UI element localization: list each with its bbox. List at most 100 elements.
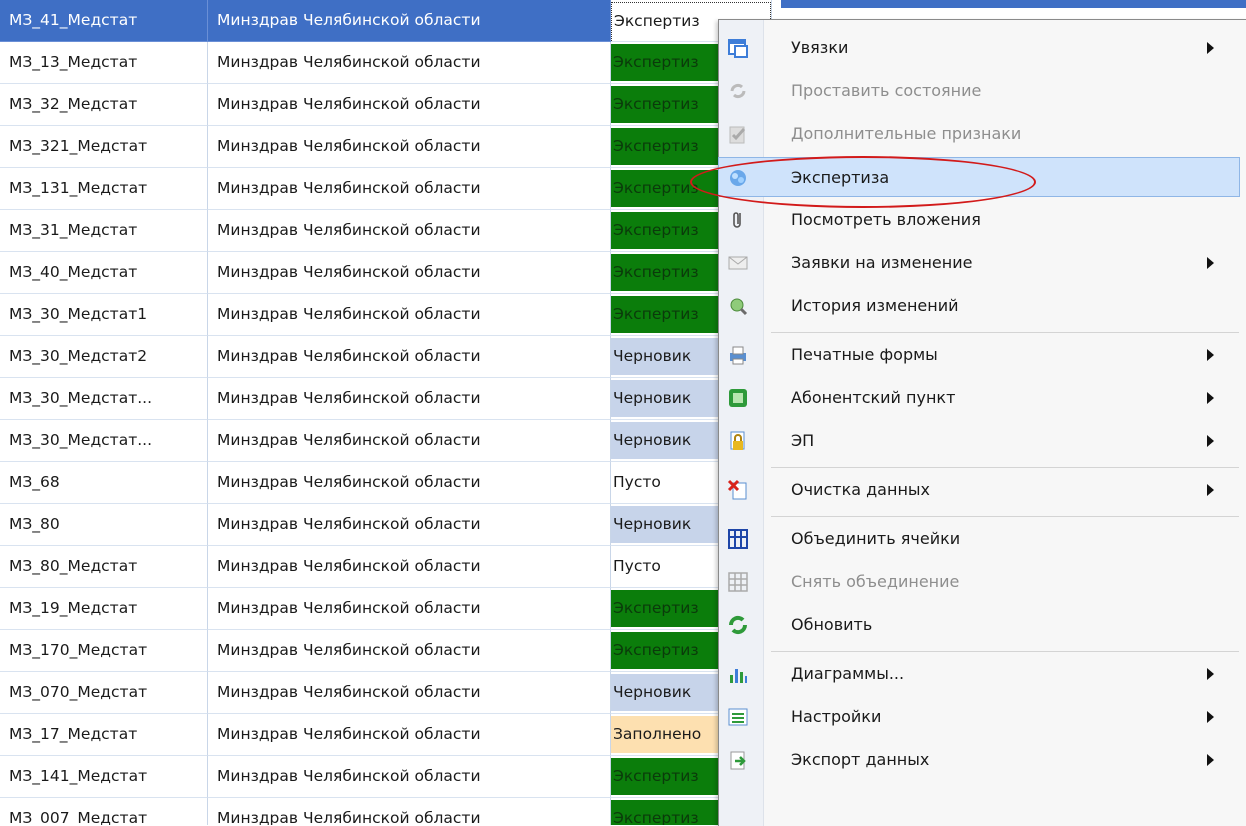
menu-item-label: Настройки	[791, 707, 882, 726]
cell-organization[interactable]: Минздрав Челябинской области	[208, 630, 611, 672]
cell-organization[interactable]: Минздрав Челябинской области	[208, 756, 611, 798]
cell-code[interactable]: МЗ_40_Медстат	[0, 252, 208, 294]
cell-organization[interactable]: Минздрав Челябинской области	[208, 294, 611, 336]
menu-item-unmerge-cells: Снять объединение	[719, 562, 1239, 602]
submenu-arrow-icon	[1207, 257, 1214, 269]
clear-data-icon	[727, 479, 749, 501]
menu-item-label: Снять объединение	[791, 572, 960, 591]
cell-organization[interactable]: Минздрав Челябинской области	[208, 462, 611, 504]
cell-code[interactable]: МЗ_170_Медстат	[0, 630, 208, 672]
paperclip-icon	[727, 209, 749, 231]
menu-item-label: Дополнительные признаки	[791, 124, 1022, 143]
menu-item-charts[interactable]: Диаграммы...	[719, 654, 1239, 694]
cell-code[interactable]: МЗ_30_Медстат...	[0, 420, 208, 462]
context-menu: Увязки Проставить состояние Дополнительные…	[718, 19, 1246, 826]
cell-code[interactable]: МЗ_141_Медстат	[0, 756, 208, 798]
annotation-ellipse	[690, 156, 1036, 208]
export-data-icon	[727, 749, 749, 771]
cell-code[interactable]: МЗ_007_Медстат	[0, 798, 208, 825]
menu-item-additional-attributes: Дополнительные признаки	[719, 114, 1239, 154]
cell-code[interactable]: МЗ_80_Медстат	[0, 546, 208, 588]
cell-code[interactable]: МЗ_41_Медстат	[0, 0, 208, 42]
cell-code[interactable]: МЗ_131_Медстат	[0, 168, 208, 210]
cell-organization[interactable]: Минздрав Челябинской области	[208, 42, 611, 84]
menu-item-label: Заявки на изменение	[791, 253, 973, 272]
cell-organization[interactable]: Минздрав Челябинской области	[208, 84, 611, 126]
menu-item-export-data[interactable]: Экспорт данных	[719, 740, 1239, 780]
menu-item-merge-cells[interactable]: Объединить ячейки	[719, 519, 1239, 559]
menu-item-label: ЭП	[791, 431, 815, 450]
submenu-arrow-icon	[1207, 668, 1214, 680]
cell-organization[interactable]: Минздрав Челябинской области	[208, 588, 611, 630]
envelope-icon	[727, 252, 749, 274]
cell-code[interactable]: МЗ_30_Медстат2	[0, 336, 208, 378]
cell-code[interactable]: МЗ_070_Медстат	[0, 672, 208, 714]
menu-item-label: Печатные формы	[791, 345, 938, 364]
menu-item-label: Увязки	[791, 38, 849, 57]
cell-code[interactable]: МЗ_30_Медстат1	[0, 294, 208, 336]
menu-separator	[771, 332, 1239, 333]
cell-organization[interactable]: Минздрав Челябинской области	[208, 0, 611, 42]
unmerge-cells-icon	[727, 571, 749, 593]
submenu-arrow-icon	[1207, 42, 1214, 54]
cell-organization[interactable]: Минздрав Челябинской области	[208, 546, 611, 588]
cell-organization[interactable]: Минздрав Челябинской области	[208, 504, 611, 546]
menu-item-change-requests[interactable]: Заявки на изменение	[719, 243, 1239, 283]
cell-code[interactable]: МЗ_30_Медстат...	[0, 378, 208, 420]
cell-code[interactable]: МЗ_19_Медстат	[0, 588, 208, 630]
menu-separator	[771, 651, 1239, 652]
cell-organization[interactable]: Минздрав Челябинской области	[208, 126, 611, 168]
menu-item-label: Очистка данных	[791, 480, 931, 499]
menu-item-subscriber-point[interactable]: Абонентский пункт	[719, 378, 1239, 418]
submenu-arrow-icon	[1207, 392, 1214, 404]
cell-organization[interactable]: Минздрав Челябинской области	[208, 672, 611, 714]
subscriber-point-icon	[727, 387, 749, 409]
menu-item-print-forms[interactable]: Печатные формы	[719, 335, 1239, 375]
menu-item-clear-data[interactable]: Очистка данных	[719, 470, 1239, 510]
menu-item-label: История изменений	[791, 296, 959, 315]
links-window-icon	[727, 37, 749, 59]
menu-item-change-history[interactable]: История изменений	[719, 286, 1239, 326]
additional-attributes-icon	[727, 123, 749, 145]
cell-organization[interactable]: Минздрав Челябинской области	[208, 798, 611, 825]
cell-organization[interactable]: Минздрав Челябинской области	[208, 420, 611, 462]
menu-item-e-signature[interactable]: ЭП	[719, 421, 1239, 461]
cell-code[interactable]: МЗ_80	[0, 504, 208, 546]
cell-organization[interactable]: Минздрав Челябинской области	[208, 210, 611, 252]
cell-organization[interactable]: Минздрав Челябинской области	[208, 378, 611, 420]
menu-item-refresh[interactable]: Обновить	[719, 605, 1239, 645]
cell-code[interactable]: МЗ_31_Медстат	[0, 210, 208, 252]
printer-icon	[727, 344, 749, 366]
menu-item-settings[interactable]: Настройки	[719, 697, 1239, 737]
chart-icon	[727, 663, 749, 685]
menu-separator	[771, 467, 1239, 468]
menu-item-label: Обновить	[791, 615, 873, 634]
cell-code[interactable]: МЗ_321_Медстат	[0, 126, 208, 168]
menu-item-label: Экспорт данных	[791, 750, 930, 769]
cell-organization[interactable]: Минздрав Челябинской области	[208, 714, 611, 756]
cell-organization[interactable]: Минздрав Челябинской области	[208, 336, 611, 378]
submenu-arrow-icon	[1207, 484, 1214, 496]
cell-code[interactable]: МЗ_13_Медстат	[0, 42, 208, 84]
cell-code[interactable]: МЗ_32_Медстат	[0, 84, 208, 126]
cell-code[interactable]: МЗ_17_Медстат	[0, 714, 208, 756]
menu-item-label: Проставить состояние	[791, 81, 982, 100]
merge-cells-icon	[727, 528, 749, 550]
cell-code[interactable]: МЗ_68	[0, 462, 208, 504]
settings-list-icon	[727, 706, 749, 728]
submenu-arrow-icon	[1207, 754, 1214, 766]
menu-item-label: Абонентский пункт	[791, 388, 956, 407]
submenu-arrow-icon	[1207, 349, 1214, 361]
submenu-arrow-icon	[1207, 435, 1214, 447]
menu-item-links[interactable]: Увязки	[719, 28, 1239, 68]
refresh-icon	[727, 614, 749, 636]
menu-separator	[771, 516, 1239, 517]
set-state-icon	[727, 80, 749, 102]
submenu-arrow-icon	[1207, 711, 1214, 723]
cell-organization[interactable]: Минздрав Челябинской области	[208, 252, 611, 294]
selected-row-strip	[781, 0, 1246, 8]
menu-item-label: Объединить ячейки	[791, 529, 961, 548]
signature-lock-icon	[727, 430, 749, 452]
cell-organization[interactable]: Минздрав Челябинской области	[208, 168, 611, 210]
history-search-icon	[727, 295, 749, 317]
